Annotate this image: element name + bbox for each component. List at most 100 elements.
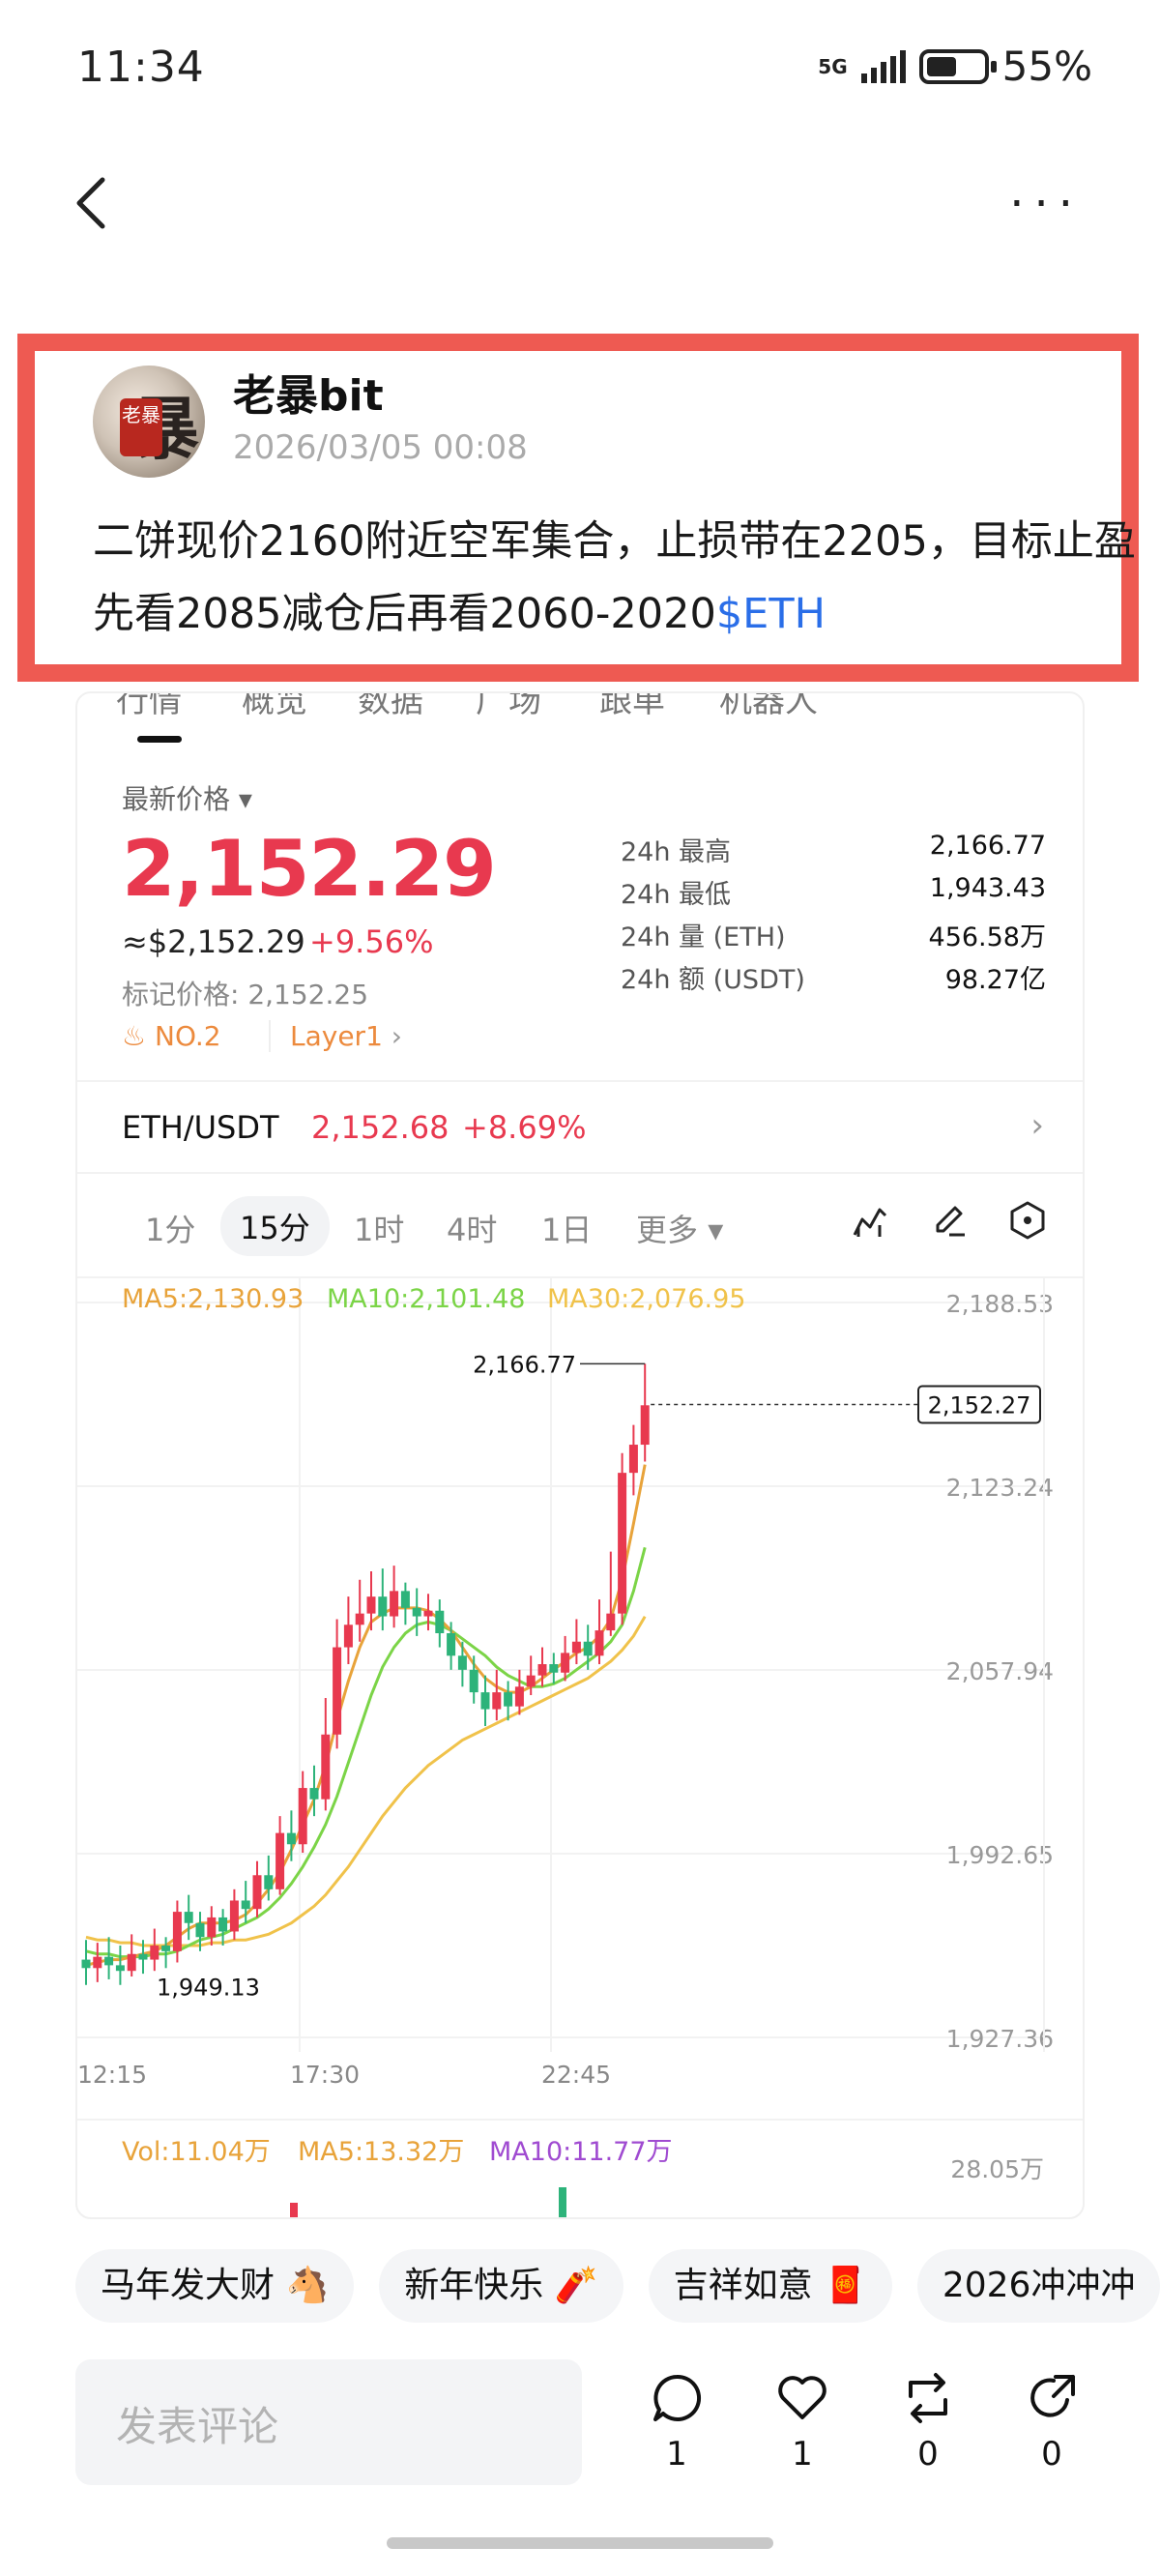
- timeframe-4h[interactable]: 4时: [447, 1206, 497, 1250]
- like-button[interactable]: 1: [764, 2371, 841, 2474]
- candle: [628, 1445, 638, 1474]
- stat-value: 2,166.77: [929, 831, 1046, 861]
- home-indicator[interactable]: [387, 2537, 773, 2549]
- x-tick-label: 22:45: [541, 2061, 611, 2089]
- market-tabs: 行情 概览 数据 广场 跟单 机器人: [77, 693, 1083, 742]
- candle: [423, 1610, 433, 1617]
- chip[interactable]: 吉祥如意 🧧: [648, 2249, 892, 2323]
- volume-label: Vol:11.04万: [122, 2137, 271, 2167]
- candle: [298, 1788, 307, 1845]
- candle: [492, 1692, 502, 1710]
- candle: [378, 1596, 388, 1617]
- candle: [241, 1900, 250, 1910]
- author-name[interactable]: 老暴bit: [233, 361, 384, 423]
- stats-24h: 24h 最高 2,166.77 24h 最低 1,943.43 24h 量 (ETH…: [621, 831, 1046, 1001]
- draw-tool-icon[interactable]: [930, 1200, 969, 1239]
- chip[interactable]: 马年发大财 🐴: [75, 2249, 355, 2323]
- stat-label: 24h 额 (USDT): [621, 965, 805, 995]
- comment-icon: [653, 2374, 702, 2421]
- latest-price-label[interactable]: 最新价格 ▾: [122, 778, 252, 817]
- candle: [104, 1956, 114, 1966]
- candle: [161, 1946, 171, 1951]
- candle: [606, 1613, 616, 1631]
- repost-icon: [909, 2373, 947, 2423]
- stat-value: 456.58万: [928, 922, 1046, 952]
- candle: [469, 1669, 478, 1693]
- chip[interactable]: 新年快乐 🧨: [379, 2249, 624, 2323]
- volume-ma10-label: MA10:11.77万: [489, 2137, 673, 2167]
- stat-label: 24h 量 (ETH): [621, 922, 786, 952]
- signal-icon: [860, 49, 906, 83]
- y-tick-label: 2,057.94: [946, 1657, 1054, 1685]
- candle: [81, 1959, 91, 1969]
- candle: [390, 1591, 399, 1617]
- indicator-icon[interactable]: [851, 1202, 889, 1241]
- tab-data[interactable]: 数据: [358, 693, 423, 721]
- timeframe-1d[interactable]: 1日: [541, 1206, 592, 1250]
- chevron-right-icon[interactable]: ›: [1030, 1106, 1044, 1145]
- fire-icon: ♨: [122, 1020, 147, 1052]
- timeframe-1h[interactable]: 1时: [354, 1206, 404, 1250]
- candle: [276, 1832, 285, 1889]
- candle: [526, 1675, 536, 1687]
- ma10-label: MA10:2,101.48: [327, 1284, 525, 1314]
- tab-copy[interactable]: 跟单: [599, 693, 665, 721]
- back-icon[interactable]: [70, 174, 112, 232]
- share-button[interactable]: 0: [1013, 2371, 1090, 2474]
- post-highlight: 暴 老暴 老暴bit 2026/03/05 00:08 二饼现价2160附近空军…: [17, 334, 1139, 682]
- candle: [309, 1788, 319, 1800]
- tab-square[interactable]: 广场: [476, 693, 541, 721]
- share-count: 0: [1041, 2435, 1062, 2474]
- candle: [583, 1641, 593, 1656]
- volume-bar: [290, 2203, 298, 2217]
- candle: [264, 1875, 274, 1889]
- candle: [435, 1610, 445, 1634]
- timeframe-15m[interactable]: 15分: [220, 1196, 330, 1256]
- timeframe-1m[interactable]: 1分: [145, 1206, 195, 1250]
- timeframe-more[interactable]: 更多 ▾: [636, 1206, 723, 1250]
- volume-bar: [559, 2187, 566, 2217]
- active-tab-indicator: [137, 736, 182, 743]
- battery-icon: [918, 48, 997, 84]
- like-count: 1: [792, 2435, 813, 2474]
- candle: [355, 1613, 364, 1625]
- comment-input[interactable]: 发表评论: [75, 2359, 582, 2485]
- post-body: 二饼现价2160附近空军集合，止损带在2205，目标止盈先看2085减仓后再看2…: [93, 517, 1136, 638]
- repost-count: 0: [917, 2435, 939, 2474]
- candle: [93, 1956, 102, 1969]
- repost-button[interactable]: 0: [889, 2371, 967, 2474]
- hashtag-link[interactable]: $ETH: [716, 590, 826, 638]
- avatar[interactable]: 暴 老暴: [93, 366, 205, 478]
- network-label: 5G: [818, 54, 848, 78]
- current-price-label: 2,152.27: [928, 1392, 1031, 1420]
- settings-hex-icon[interactable]: [1007, 1200, 1048, 1241]
- candle: [207, 1917, 217, 1938]
- candle: [321, 1734, 331, 1800]
- stat-value: 98.27亿: [944, 965, 1046, 995]
- candlestick-chart[interactable]: 2,188.53 2,123.24 2,057.94 1,992.65 1,927.36…: [77, 1278, 1085, 2219]
- candle: [514, 1686, 524, 1707]
- tab-bot[interactable]: 机器人: [719, 693, 818, 721]
- category-link[interactable]: Layer1 ›: [269, 1020, 402, 1052]
- tab-overview[interactable]: 概览: [242, 693, 307, 721]
- usd-price: ≈$2,152.29: [122, 923, 305, 960]
- candle: [252, 1875, 262, 1910]
- candle: [115, 1965, 125, 1972]
- candle: [366, 1596, 376, 1614]
- x-tick-label: 12:15: [77, 2061, 147, 2089]
- ma5-label: MA5:2,130.93: [122, 1284, 304, 1314]
- ma30-label: MA30:2,076.95: [547, 1284, 745, 1314]
- tab-quote[interactable]: 行情: [116, 693, 182, 721]
- rank-badge[interactable]: ♨ NO.2: [122, 1020, 221, 1052]
- candle: [195, 1922, 205, 1938]
- candle: [333, 1647, 342, 1735]
- more-options-icon[interactable]: ···: [1009, 181, 1083, 227]
- chip[interactable]: 2026冲冲冲: [916, 2249, 1160, 2323]
- candle: [457, 1655, 467, 1670]
- candle: [561, 1653, 570, 1673]
- pair-name[interactable]: ETH/USDT: [122, 1109, 279, 1146]
- candle: [400, 1591, 410, 1608]
- price-change: +9.56%: [309, 923, 434, 960]
- candle: [138, 1953, 148, 1960]
- comment-button[interactable]: 1: [638, 2371, 715, 2474]
